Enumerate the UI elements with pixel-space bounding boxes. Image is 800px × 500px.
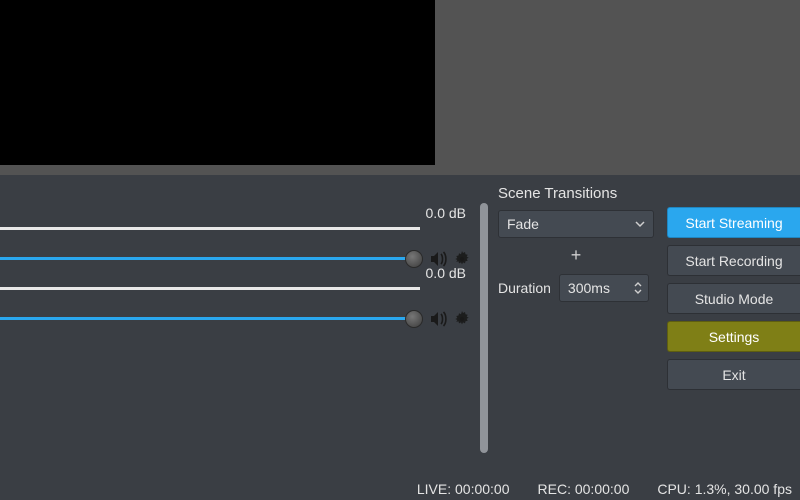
preview-canvas[interactable] (0, 0, 435, 165)
start-streaming-button[interactable]: Start Streaming (667, 207, 800, 238)
audio-mixer: 0.0 dB 0.0 dB (0, 205, 478, 468)
db-value: 0.0 dB (426, 205, 466, 221)
scene-transitions-panel: Scene Transitions Fade + Duration 300ms (498, 185, 663, 302)
lower-panel: 0.0 dB 0.0 dB Scene Transition (0, 175, 800, 478)
scene-transitions-title: Scene Transitions (498, 185, 663, 202)
spin-arrows[interactable] (634, 282, 642, 294)
volume-slider-track[interactable] (0, 257, 420, 260)
duration-label: Duration (498, 280, 551, 296)
audio-channel: 0.0 dB (0, 265, 478, 325)
preview-area (0, 0, 800, 169)
status-bar: LIVE: 00:00:00 REC: 00:00:00 CPU: 1.3%, … (0, 478, 800, 500)
chevron-up-icon (634, 282, 642, 287)
controls-column: Start Streaming Start Recording Studio M… (667, 207, 800, 390)
speaker-icon[interactable] (430, 311, 448, 327)
volume-slider-track[interactable] (0, 317, 420, 320)
studio-mode-button[interactable]: Studio Mode (667, 283, 800, 314)
level-meter (0, 287, 420, 290)
duration-value: 300ms (568, 280, 610, 296)
duration-spinbox[interactable]: 300ms (559, 274, 649, 302)
duration-row: Duration 300ms (498, 274, 663, 302)
gear-icon[interactable] (454, 311, 470, 327)
settings-button[interactable]: Settings (667, 321, 800, 352)
status-cpu: CPU: 1.3%, 30.00 fps (657, 481, 792, 497)
audio-channel: 0.0 dB (0, 205, 478, 265)
chevron-down-icon (634, 289, 642, 294)
status-rec: REC: 00:00:00 (538, 481, 630, 497)
transition-select[interactable]: Fade (498, 210, 654, 238)
db-value: 0.0 dB (426, 265, 466, 281)
volume-slider-handle[interactable] (405, 310, 423, 328)
chevron-down-icon (635, 219, 645, 229)
add-transition-button[interactable]: + (498, 246, 654, 264)
status-live: LIVE: 00:00:00 (417, 481, 510, 497)
mixer-scrollbar[interactable] (480, 203, 488, 453)
transition-select-value: Fade (507, 216, 539, 232)
exit-button[interactable]: Exit (667, 359, 800, 390)
start-recording-button[interactable]: Start Recording (667, 245, 800, 276)
level-meter (0, 227, 420, 230)
